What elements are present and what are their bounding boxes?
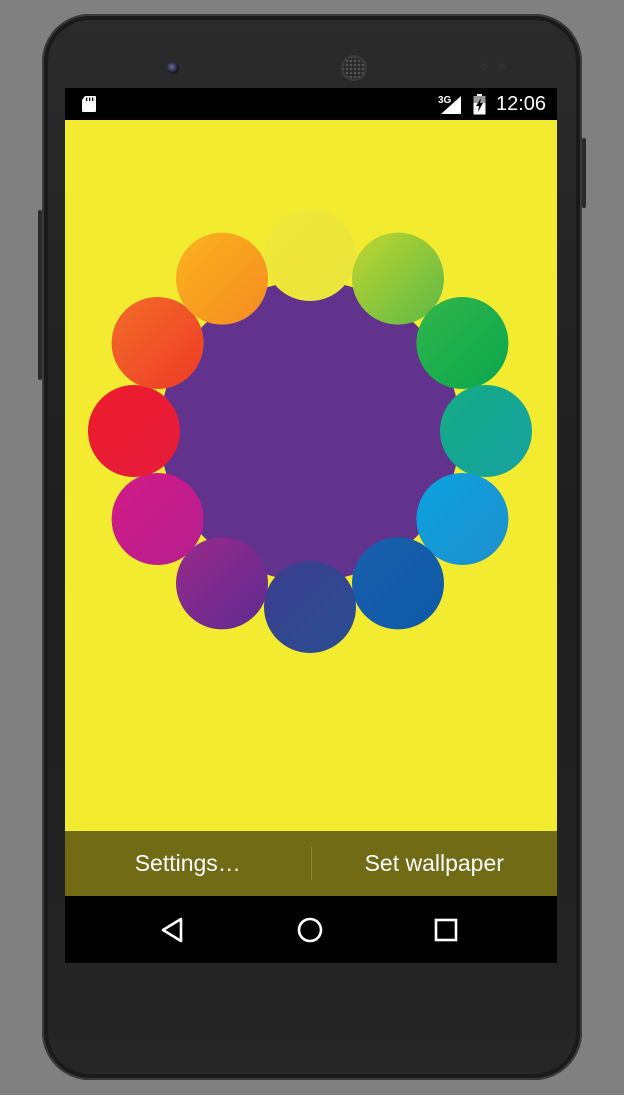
navigation-bar bbox=[65, 896, 557, 963]
color-wheel-circle bbox=[416, 297, 509, 389]
proximity-sensor bbox=[480, 63, 488, 71]
volume-button bbox=[38, 210, 42, 380]
earpiece-speaker bbox=[341, 55, 367, 81]
color-wheel-circle bbox=[264, 561, 356, 653]
set-wallpaper-button[interactable]: Set wallpaper bbox=[312, 831, 558, 896]
battery-charging-icon bbox=[473, 94, 486, 115]
color-wheel-circle bbox=[440, 385, 532, 477]
settings-button[interactable]: Settings… bbox=[65, 831, 311, 896]
light-sensor bbox=[498, 63, 506, 71]
color-wheel-center bbox=[160, 281, 460, 581]
sd-card-icon bbox=[82, 96, 96, 112]
color-wheel-circle bbox=[264, 209, 356, 301]
back-icon[interactable] bbox=[157, 914, 189, 946]
status-bar: 3G 12:06 bbox=[65, 88, 557, 120]
front-camera bbox=[167, 62, 179, 74]
color-wheel-circle bbox=[352, 537, 444, 630]
cell-signal-icon bbox=[441, 96, 461, 114]
wallpaper-preview bbox=[65, 120, 557, 831]
power-button bbox=[582, 138, 586, 208]
screen: 3G 12:06 Settings… Set wallpaper bbox=[65, 88, 557, 963]
color-wheel bbox=[88, 209, 532, 653]
color-wheel-circle bbox=[111, 473, 204, 565]
home-icon[interactable] bbox=[294, 914, 326, 946]
recents-icon[interactable] bbox=[430, 914, 462, 946]
color-wheel-circle bbox=[88, 385, 180, 477]
color-wheel-circle bbox=[176, 232, 268, 325]
status-clock: 12:06 bbox=[496, 93, 547, 115]
wallpaper-action-bar: Settings… Set wallpaper bbox=[65, 831, 557, 896]
